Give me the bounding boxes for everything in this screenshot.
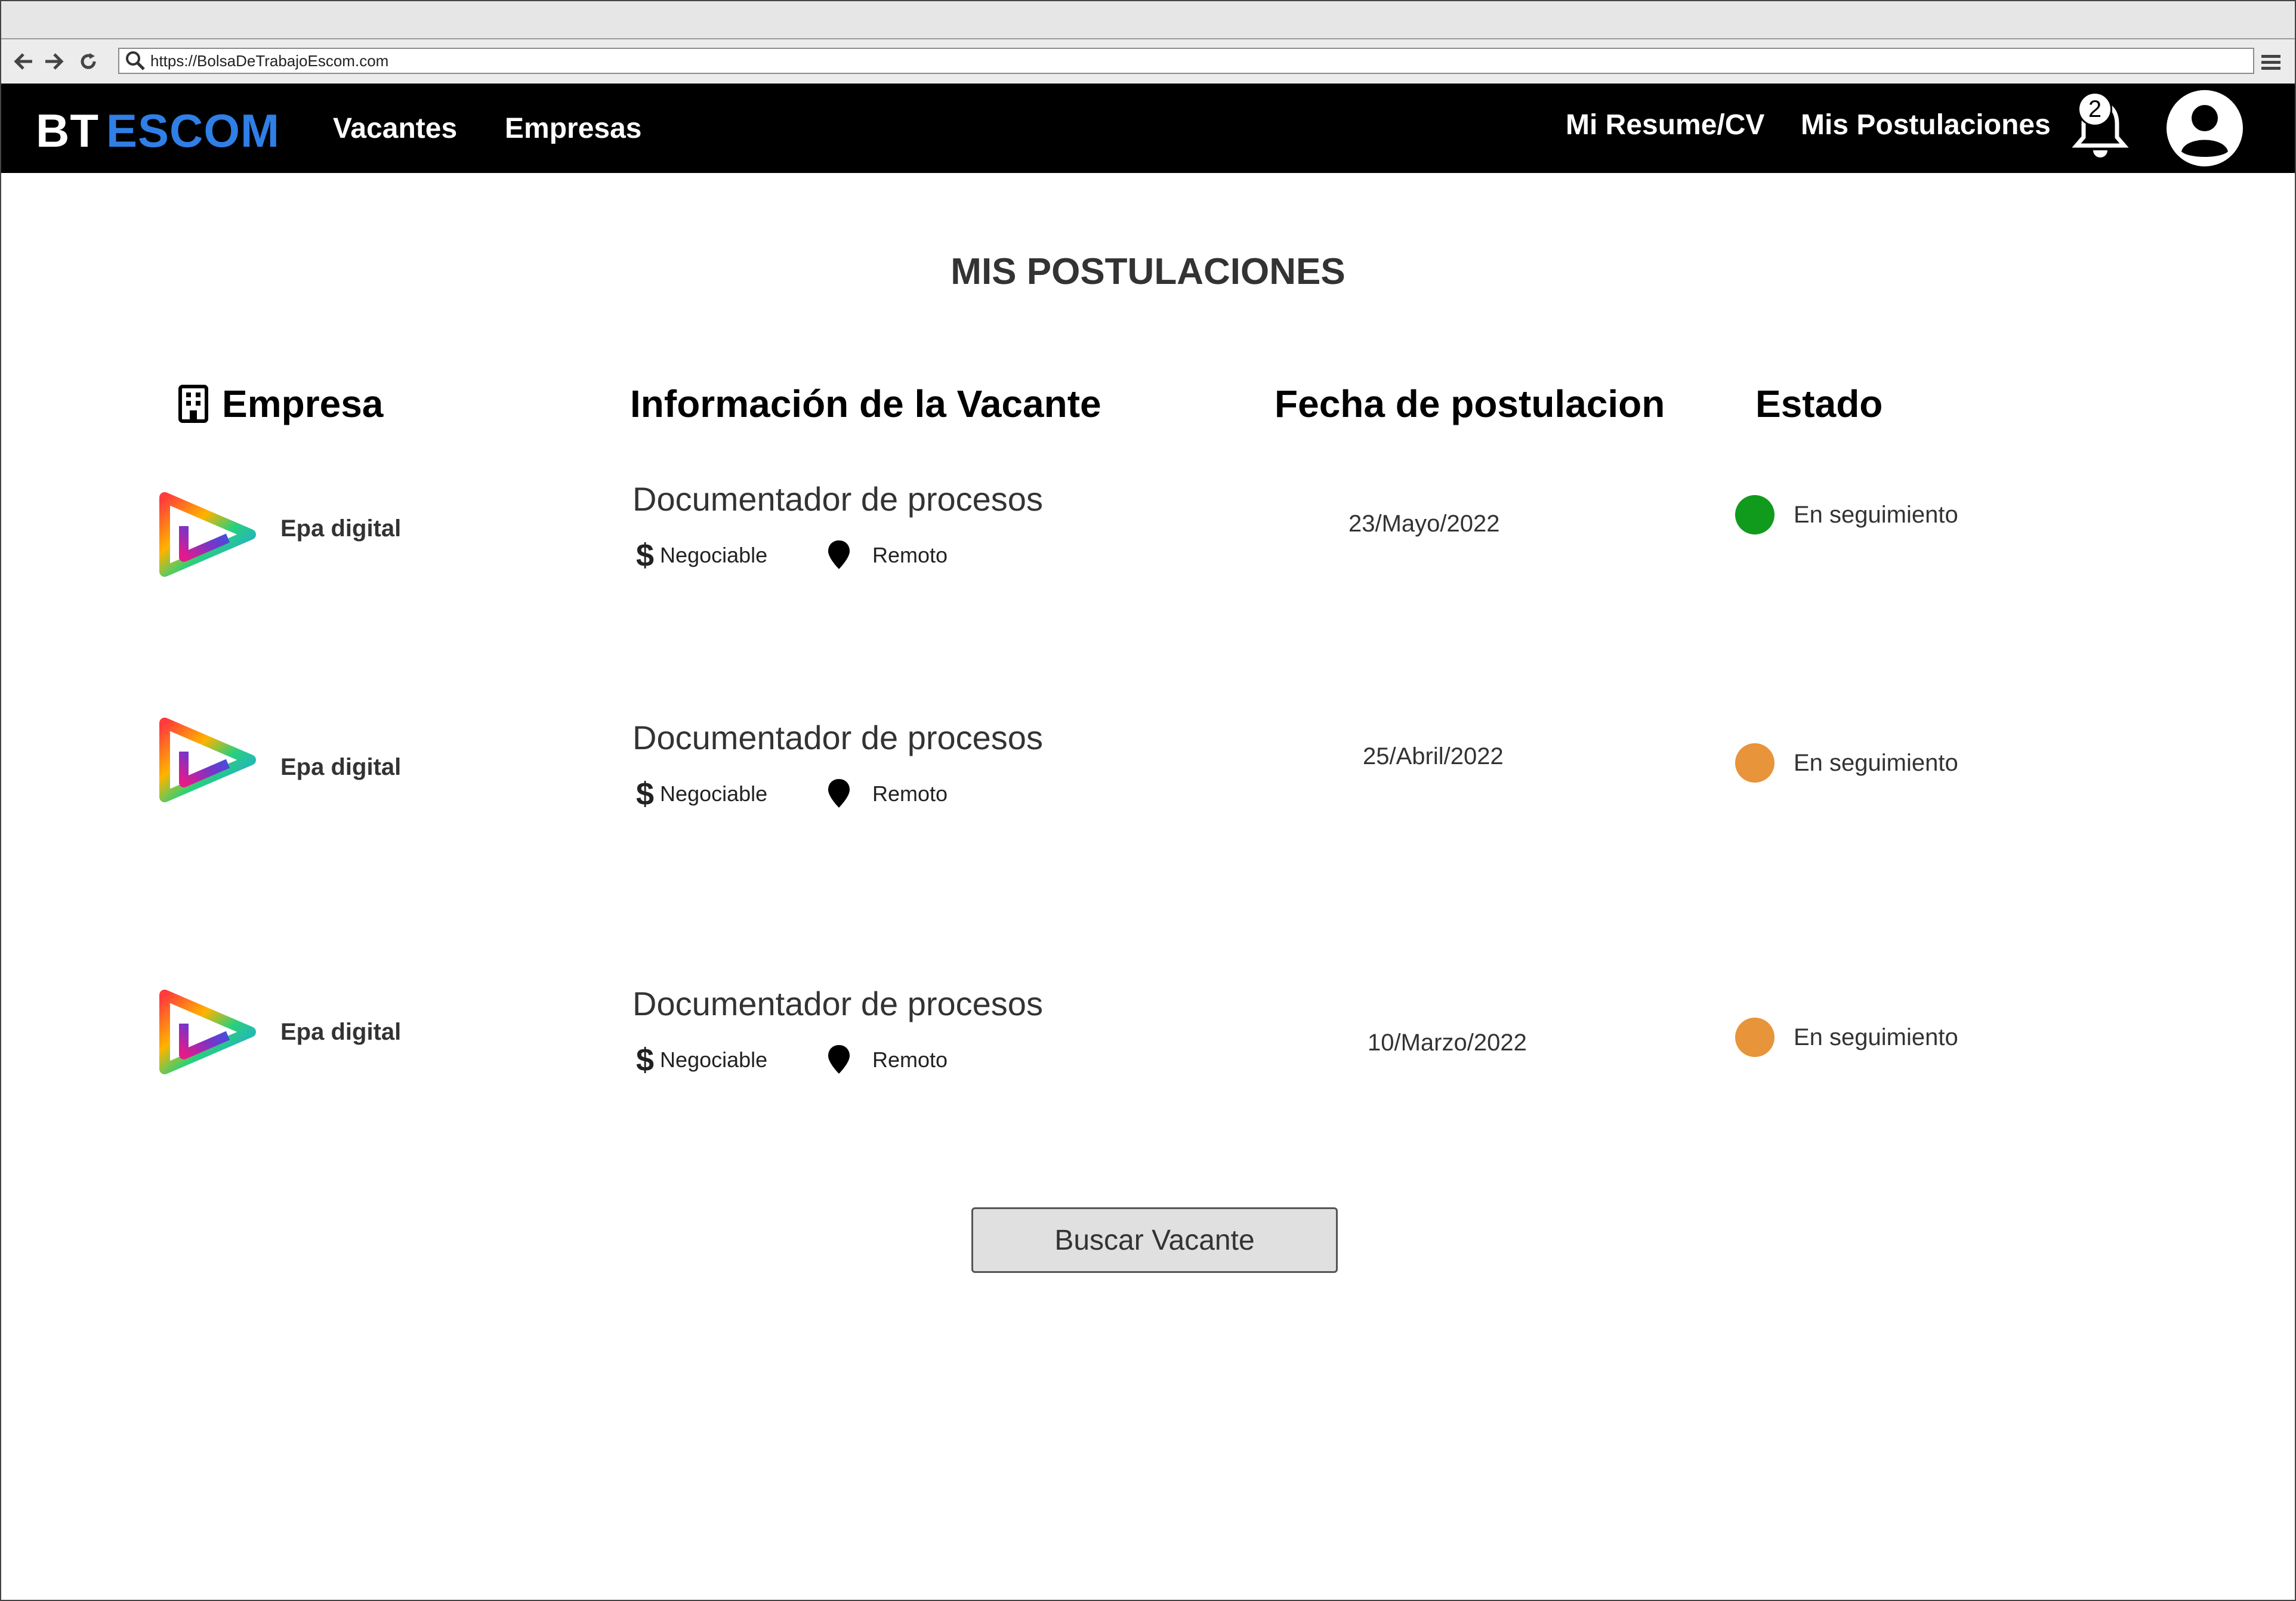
company-logo-icon <box>159 990 256 1074</box>
application-date: 25/Abril/2022 <box>1363 743 1504 769</box>
column-header-fecha: Fecha de postulacion <box>1274 382 1665 425</box>
salary-info: $ Negociable <box>636 537 767 574</box>
url-bar[interactable]: https://BolsaDeTrabajoEscom.com <box>118 48 2254 74</box>
user-avatar-icon[interactable] <box>2165 88 2245 168</box>
table-row[interactable]: Epa digital Documentador de procesos $ N… <box>0 716 2296 835</box>
dollar-icon: $ <box>636 1042 655 1078</box>
dollar-icon: $ <box>636 537 655 573</box>
status-badge: En seguimiento <box>1735 743 1958 783</box>
application-date: 23/Mayo/2022 <box>1348 511 1500 537</box>
header-empresa-label: Empresa <box>222 382 384 425</box>
status-dot <box>1735 495 1775 534</box>
page-title: MIS POSTULACIONES <box>951 251 1345 292</box>
browser-toolbar: https://BolsaDeTrabajoEscom.com <box>1 39 2295 84</box>
status-label: En seguimiento <box>1794 1024 1958 1050</box>
nav-vacantes[interactable]: Vacantes <box>333 112 457 145</box>
salary-info: $ Negociable <box>636 1041 767 1078</box>
location-label: Remoto <box>872 1047 948 1072</box>
dollar-icon: $ <box>636 776 655 812</box>
column-header-vacante: Información de la Vacante <box>630 382 1101 425</box>
salary-label: Negociable <box>660 781 768 806</box>
location-info: Remoto <box>827 1044 948 1076</box>
status-label: En seguimiento <box>1794 749 1958 776</box>
nav-empresas[interactable]: Empresas <box>505 112 641 145</box>
job-title-link[interactable]: Documentador de procesos <box>632 480 1043 518</box>
search-icon <box>126 51 145 70</box>
job-title-link[interactable]: Documentador de procesos <box>632 718 1043 757</box>
status-dot <box>1735 743 1775 783</box>
salary-label: Negociable <box>660 1047 768 1072</box>
hamburger-menu-icon[interactable] <box>2260 51 2282 73</box>
browser-title-strip <box>1 1 2295 39</box>
column-header-empresa: Empresa <box>178 382 383 426</box>
location-info: Remoto <box>827 778 948 810</box>
company-name: Epa digital <box>280 754 402 780</box>
location-pin-icon <box>828 1045 850 1074</box>
location-label: Remoto <box>872 543 948 567</box>
status-label: En seguimiento <box>1794 501 1958 528</box>
nav-mis-postulaciones[interactable]: Mis Postulaciones <box>1801 109 2051 141</box>
buscar-vacante-button[interactable]: Buscar Vacante <box>971 1207 1338 1273</box>
back-arrow-icon[interactable] <box>10 39 38 84</box>
table-row[interactable]: Epa digital Documentador de procesos $ N… <box>0 477 2296 596</box>
brand-escom: ESCOM <box>106 104 280 157</box>
company-logo-icon <box>159 492 256 577</box>
salary-label: Negociable <box>660 543 768 567</box>
reload-icon[interactable] <box>74 39 103 84</box>
location-pin-icon <box>828 779 850 808</box>
column-header-estado: Estado <box>1755 382 1883 425</box>
application-date: 10/Marzo/2022 <box>1368 1030 1527 1056</box>
company-name: Epa digital <box>280 515 402 542</box>
status-badge: En seguimiento <box>1735 495 1958 534</box>
nav-mi-resume[interactable]: Mi Resume/CV <box>1566 109 1764 141</box>
location-label: Remoto <box>872 781 948 806</box>
app-navbar: BT ESCOM Vacantes Empresas Mi Resume/CV M… <box>1 84 2295 173</box>
url-text: https://BolsaDeTrabajoEscom.com <box>150 51 389 70</box>
notification-count-badge: 2 <box>2078 92 2112 126</box>
company-name: Epa digital <box>280 1019 402 1045</box>
status-badge: En seguimiento <box>1735 1018 1958 1057</box>
company-logo-icon <box>159 718 256 802</box>
location-info: Remoto <box>827 539 948 571</box>
job-title-link[interactable]: Documentador de procesos <box>632 984 1043 1023</box>
location-pin-icon <box>828 540 850 569</box>
status-dot <box>1735 1018 1775 1057</box>
table-row[interactable]: Epa digital Documentador de procesos $ N… <box>0 982 2296 1101</box>
salary-info: $ Negociable <box>636 775 767 812</box>
brand-logo[interactable]: BT ESCOM <box>36 104 280 158</box>
building-icon <box>178 385 208 423</box>
forward-arrow-icon[interactable] <box>39 39 68 84</box>
brand-bt: BT <box>36 104 99 157</box>
